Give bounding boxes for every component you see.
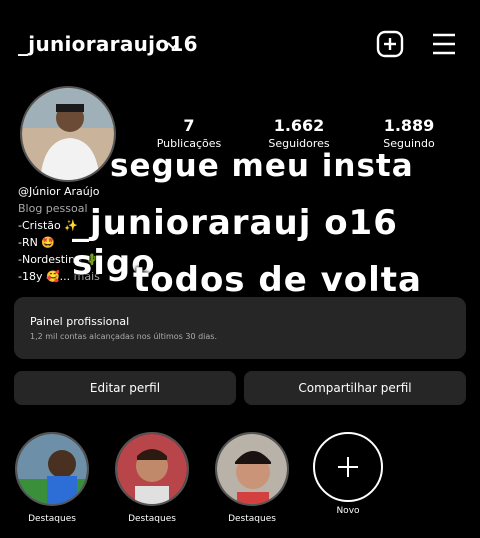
profile-avatar[interactable] bbox=[20, 86, 116, 182]
overlay-caption-line1: segue meu insta bbox=[110, 148, 414, 184]
highlight-cover bbox=[115, 432, 189, 506]
new-highlight-ring bbox=[313, 432, 383, 502]
bio-line: -18y 🥰... bbox=[18, 270, 71, 283]
stat-value: 7 bbox=[183, 116, 195, 135]
share-profile-button[interactable]: Compartilhar perfil bbox=[244, 371, 466, 405]
new-highlight-button[interactable]: Novo bbox=[308, 432, 388, 516]
overlay-caption-line3: todos de volta bbox=[133, 260, 422, 300]
edit-profile-button[interactable]: Editar perfil bbox=[14, 371, 236, 405]
highlight-cover bbox=[215, 432, 289, 506]
professional-dashboard[interactable]: Painel profissional 1,2 mil contas alcan… bbox=[14, 297, 466, 359]
dashboard-title: Painel profissional bbox=[30, 315, 130, 328]
stat-value: 1.889 bbox=[383, 116, 435, 135]
highlight-cover bbox=[15, 432, 89, 506]
stat-value: 1.662 bbox=[273, 116, 325, 135]
highlight-item[interactable]: Destaques bbox=[112, 432, 192, 524]
create-post-icon[interactable] bbox=[376, 30, 404, 62]
chevron-down-icon[interactable] bbox=[166, 36, 180, 55]
highlight-item[interactable]: Destaques bbox=[212, 432, 292, 524]
highlight-label: Destaques bbox=[128, 514, 176, 524]
bio-name: @Júnior Araújo bbox=[18, 185, 100, 198]
dashboard-subtitle: 1,2 mil contas alcançadas nos últimos 30… bbox=[30, 332, 218, 341]
highlight-item[interactable]: Destaques bbox=[12, 432, 92, 524]
stat-posts[interactable]: 7 Publicações bbox=[134, 116, 244, 150]
top-bar: _junioraraujo16 bbox=[18, 28, 462, 62]
stat-following[interactable]: 1.889 Seguindo bbox=[354, 116, 464, 150]
stat-followers[interactable]: 1.662 Seguidores bbox=[244, 116, 354, 150]
highlight-label: Destaques bbox=[228, 514, 276, 524]
menu-icon[interactable] bbox=[430, 30, 458, 62]
plus-icon bbox=[338, 457, 358, 477]
highlight-label: Destaques bbox=[28, 514, 76, 524]
highlight-label: Novo bbox=[336, 506, 360, 516]
